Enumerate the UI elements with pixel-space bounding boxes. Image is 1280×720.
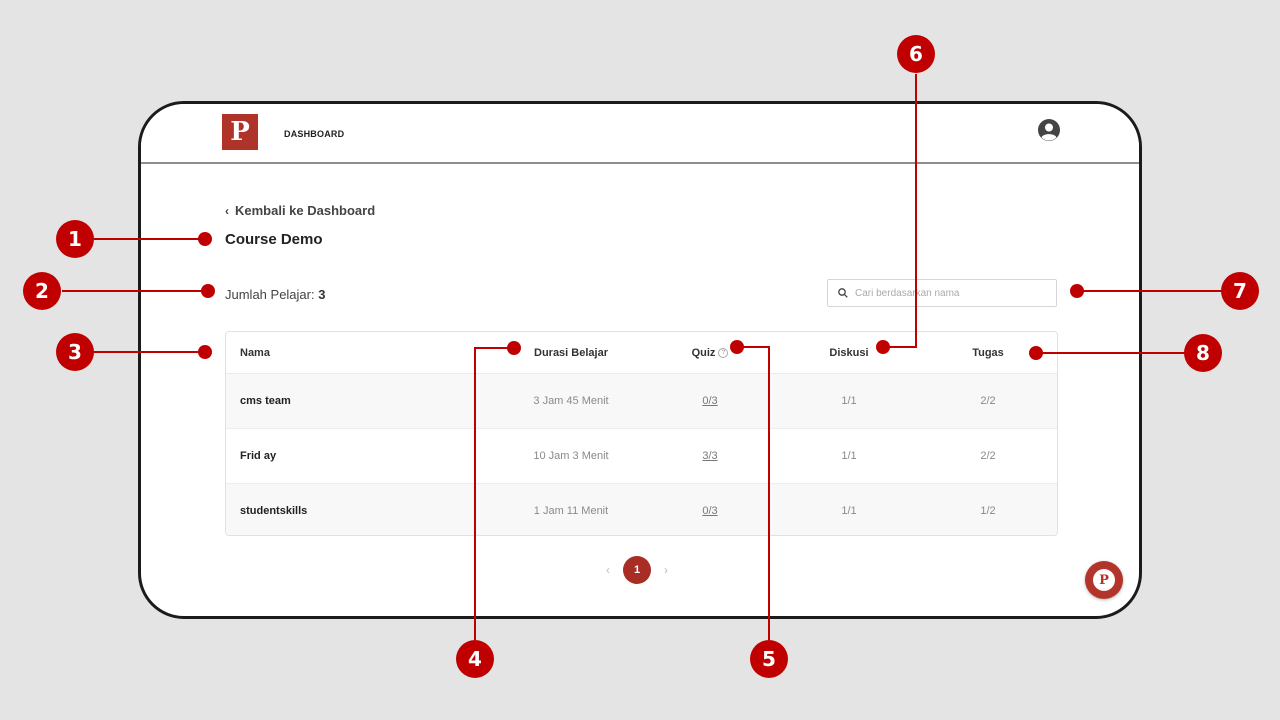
cell-nama: studentskills xyxy=(240,505,308,517)
cell-diskusi: 1/1 xyxy=(841,395,857,407)
table-row[interactable]: cms team 3 Jam 45 Menit 0/3 1/1 2/2 xyxy=(226,374,1057,429)
info-icon[interactable]: ? xyxy=(718,347,729,358)
course-title: Course Demo xyxy=(225,231,323,248)
table-row[interactable]: studentskills 1 Jam 11 Menit 0/3 1/1 1/2 xyxy=(226,484,1057,535)
search-input[interactable] xyxy=(855,287,1035,299)
cell-nama: cms team xyxy=(240,395,291,407)
annotation-badge-6: 6 xyxy=(897,35,935,73)
cell-durasi: 1 Jam 11 Menit xyxy=(533,505,609,517)
column-header-nama[interactable]: Nama xyxy=(226,347,466,359)
column-header-quiz[interactable]: Quiz? xyxy=(676,347,744,359)
annotation-badge-2: 2 xyxy=(23,272,61,310)
annotation-badge-4: 4 xyxy=(456,640,494,678)
cell-nama: Frid ay xyxy=(240,450,277,462)
device-frame: P DASHBOARD ‹ Kembali ke Dashboard Cours… xyxy=(138,101,1142,619)
cell-diskusi: 1/1 xyxy=(841,505,857,517)
cell-quiz-link[interactable]: 0/3 xyxy=(676,395,744,407)
column-header-diskusi[interactable]: Diskusi xyxy=(744,347,954,359)
top-navbar: P DASHBOARD xyxy=(141,104,1139,164)
chevron-right-icon[interactable]: › xyxy=(664,563,668,577)
column-header-durasi[interactable]: Durasi Belajar xyxy=(466,347,676,359)
table-row[interactable]: Frid ay 10 Jam 3 Menit 3/3 1/1 2/2 xyxy=(226,429,1057,484)
cell-tugas: 1/2 xyxy=(980,505,996,517)
cell-quiz-link[interactable]: 0/3 xyxy=(676,505,744,517)
annotation-badge-8: 8 xyxy=(1184,334,1222,372)
brand-logo[interactable]: P xyxy=(222,114,258,150)
brand-logo-icon: P xyxy=(1093,569,1115,591)
annotation-badge-7: 7 xyxy=(1221,272,1259,310)
student-count: Jumlah Pelajar: 3 xyxy=(225,287,325,302)
annotation-badge-3: 3 xyxy=(56,333,94,371)
cell-quiz-link[interactable]: 3/3 xyxy=(676,450,744,462)
chevron-left-icon[interactable]: ‹ xyxy=(606,563,610,577)
student-table: Nama Durasi Belajar Quiz? Diskusi Tugas … xyxy=(225,331,1058,536)
cell-durasi: 10 Jam 3 Menit xyxy=(533,450,609,462)
nav-dashboard-link[interactable]: DASHBOARD xyxy=(284,129,344,139)
student-count-label: Jumlah Pelajar: xyxy=(225,287,315,302)
annotation-badge-5: 5 xyxy=(750,640,788,678)
help-chat-button[interactable]: P xyxy=(1085,561,1123,599)
cell-durasi: 3 Jam 45 Menit xyxy=(533,395,609,407)
chevron-left-icon: ‹ xyxy=(225,203,229,218)
back-to-dashboard-link[interactable]: ‹ Kembali ke Dashboard xyxy=(225,203,375,218)
cell-tugas: 2/2 xyxy=(980,395,996,407)
search-box[interactable] xyxy=(827,279,1057,307)
table-header-row: Nama Durasi Belajar Quiz? Diskusi Tugas xyxy=(226,332,1057,374)
cell-diskusi: 1/1 xyxy=(841,450,857,462)
search-icon xyxy=(838,288,848,298)
page-number-current[interactable]: 1 xyxy=(623,556,651,584)
annotation-badge-1: 1 xyxy=(56,220,94,258)
back-link-label: Kembali ke Dashboard xyxy=(235,203,376,218)
column-header-tugas[interactable]: Tugas xyxy=(954,347,1022,359)
user-avatar-icon[interactable] xyxy=(1038,119,1060,141)
student-count-value: 3 xyxy=(318,287,326,302)
pagination: ‹ 1 › xyxy=(606,556,668,584)
quiz-header-label: Quiz xyxy=(691,346,716,359)
cell-tugas: 2/2 xyxy=(980,450,996,462)
